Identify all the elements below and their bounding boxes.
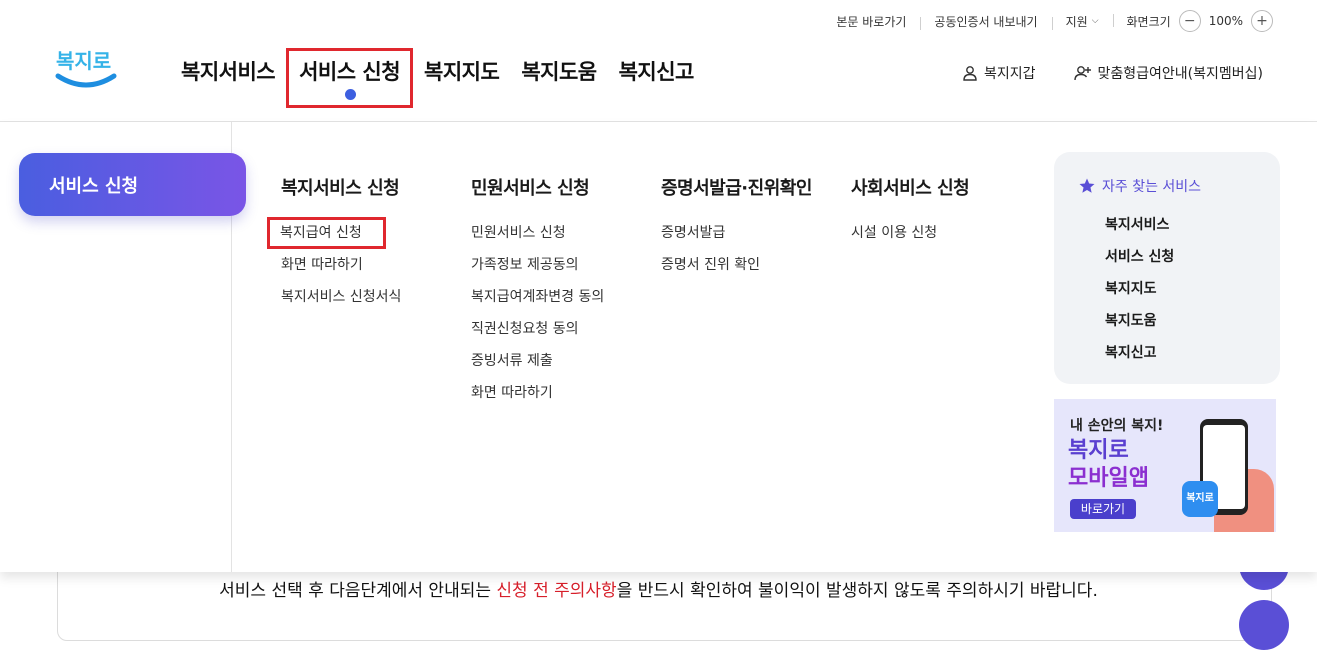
logo-text: 복지로 xyxy=(56,49,111,73)
menu-link[interactable]: 복지서비스 신청서식 xyxy=(281,281,401,313)
mobile-app-banner[interactable]: 내 손안의 복지! 복지로 모바일앱 바로가기 복지로 xyxy=(1054,399,1276,532)
logo[interactable]: 복지로 xyxy=(54,42,118,96)
nav-welfare-map[interactable]: 복지지도 xyxy=(413,48,510,108)
menu-link[interactable]: 시설 이용 신청 xyxy=(851,217,969,249)
global-nav: 복지서비스 서비스 신청 복지지도 복지도움 복지신고 xyxy=(170,48,705,108)
menu-column-social-service: 사회서비스 신청 시설 이용 신청 xyxy=(851,174,970,249)
app-logo-icon: 복지로 xyxy=(1182,481,1218,517)
notice-text: 서비스 선택 후 다음단계에서 안내되는 신청 전 주의사항을 반드시 확인하여… xyxy=(219,581,1098,601)
support-label: 지원 xyxy=(1065,14,1088,29)
favorite-services-title: 자주 찾는 서비스 xyxy=(1078,176,1280,196)
banner-go-button[interactable]: 바로가기 xyxy=(1070,499,1136,519)
skip-to-content-link[interactable]: 본문 바로가기 xyxy=(822,13,920,30)
nav-welfare-report[interactable]: 복지신고 xyxy=(608,48,705,108)
banner-title-line2: 모바일앱 xyxy=(1068,466,1149,491)
favorite-link[interactable]: 복지도움 xyxy=(1105,305,1280,337)
welfare-wallet-link[interactable]: 복지지갑 xyxy=(962,63,1036,83)
mega-menu: 서비스 신청 복지서비스 신청 복지급여 신청 화면 따라하기 복지서비스 신청… xyxy=(0,122,1317,572)
menu-column-civil-application: 민원서비스 신청 민원서비스 신청 가족정보 제공동의 복지급여계좌변경 동의 … xyxy=(471,174,604,409)
cert-export-link[interactable]: 공동인증서 내보내기 xyxy=(920,13,1051,30)
menu-link[interactable]: 복지급여계좌변경 동의 xyxy=(471,281,604,313)
membership-label: 맞춤형급여안내(복지멤버십) xyxy=(1097,66,1263,82)
favorite-services-panel: 자주 찾는 서비스 복지서비스 서비스 신청 복지지도 복지도움 복지신고 xyxy=(1054,152,1280,384)
menu-link-welfare-benefit-application[interactable]: 복지급여 신청 xyxy=(267,217,386,249)
menu-link[interactable]: 화면 따라하기 xyxy=(471,377,604,409)
chatbot-button[interactable] xyxy=(1239,600,1289,650)
utility-bar: 본문 바로가기 공동인증서 내보내기 지원 ⌵ 화면크기 − 100% + xyxy=(822,10,1273,32)
logo-mark: 복지로 xyxy=(55,49,117,88)
mega-menu-side-title[interactable]: 서비스 신청 xyxy=(19,153,246,216)
favorite-link[interactable]: 복지서비스 xyxy=(1105,209,1280,241)
banner-tagline: 내 손안의 복지! xyxy=(1070,418,1164,434)
zoom-label: 화면크기 xyxy=(1126,14,1171,29)
menu-column-title[interactable]: 증명서발급·진위확인 xyxy=(661,174,812,200)
favorite-link[interactable]: 서비스 신청 xyxy=(1105,241,1280,273)
nav-service-application-label: 서비스 신청 xyxy=(299,60,401,84)
nav-welfare-help[interactable]: 복지도움 xyxy=(510,48,607,108)
menu-column-certificate: 증명서발급·진위확인 증명서발급 증명서 진위 확인 xyxy=(661,174,812,281)
welfare-wallet-label: 복지지갑 xyxy=(983,66,1036,82)
menu-link[interactable]: 가족정보 제공동의 xyxy=(471,249,604,281)
zoom-out-button[interactable]: − xyxy=(1178,10,1201,32)
menu-link[interactable]: 증명서발급 xyxy=(661,217,812,249)
membership-link[interactable]: 맞춤형급여안내(복지멤버십) xyxy=(1073,63,1263,83)
active-indicator-dot xyxy=(344,89,356,100)
nav-welfare-services[interactable]: 복지서비스 xyxy=(170,48,286,108)
user-icon xyxy=(963,66,977,81)
menu-column-title[interactable]: 민원서비스 신청 xyxy=(471,174,604,200)
banner-title-line1: 복지로 xyxy=(1068,438,1129,463)
zoom-value: 100% xyxy=(1208,14,1243,28)
star-icon xyxy=(1079,178,1095,193)
menu-column-title[interactable]: 복지서비스 신청 xyxy=(281,174,401,200)
favorite-link[interactable]: 복지신고 xyxy=(1105,337,1280,369)
menu-link[interactable]: 직권신청요청 동의 xyxy=(471,313,604,345)
favorite-link[interactable]: 복지지도 xyxy=(1105,273,1280,305)
menu-link[interactable]: 화면 따라하기 xyxy=(281,249,401,281)
menu-column-title[interactable]: 사회서비스 신청 xyxy=(851,174,970,200)
header-right-links: 복지지갑 맞춤형급여안내(복지멤버십) xyxy=(962,63,1263,83)
menu-link[interactable]: 증명서 진위 확인 xyxy=(661,249,812,281)
support-dropdown[interactable]: 지원 ⌵ xyxy=(1051,13,1113,30)
menu-link[interactable]: 증빙서류 제출 xyxy=(471,345,604,377)
favorite-services-label: 자주 찾는 서비스 xyxy=(1102,179,1202,195)
zoom-in-button[interactable]: + xyxy=(1251,10,1273,32)
zoom-control: 화면크기 − 100% + xyxy=(1112,10,1273,32)
user-plus-icon xyxy=(1073,66,1091,81)
nav-service-application[interactable]: 서비스 신청 xyxy=(286,48,414,108)
chevron-down-icon: ⌵ xyxy=(1091,16,1099,26)
menu-link[interactable]: 민원서비스 신청 xyxy=(471,217,604,249)
menu-column-welfare-application: 복지서비스 신청 복지급여 신청 화면 따라하기 복지서비스 신청서식 xyxy=(267,174,401,313)
notice-highlight: 신청 전 주의사항 xyxy=(496,581,617,601)
